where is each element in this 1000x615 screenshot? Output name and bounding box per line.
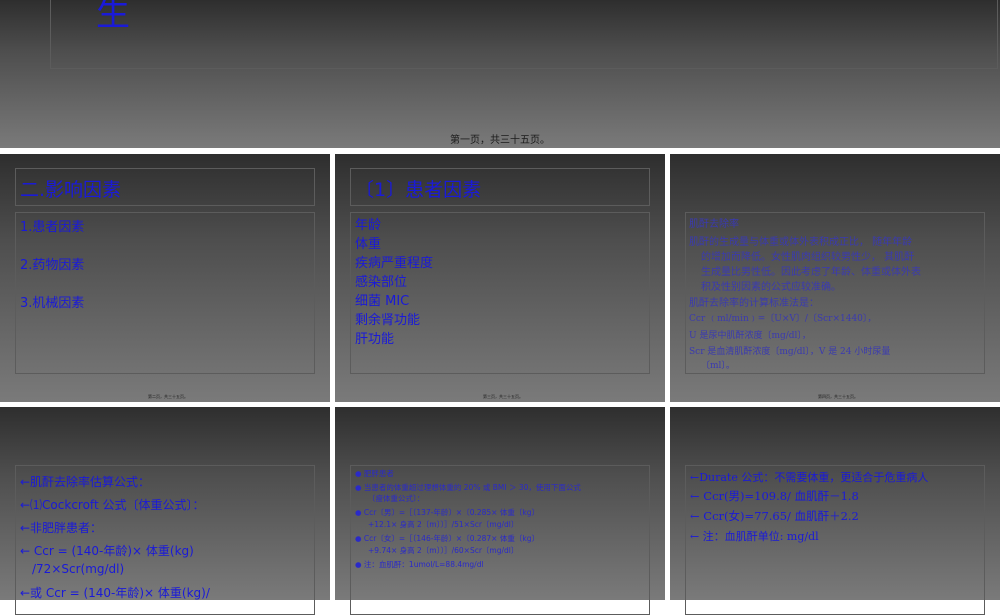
slide-5-line: ← Ccr = (140-年龄)× 体重(kg): [20, 544, 194, 558]
slide-7-line: ← Ccr(女)=77.65/ 血肌酐＋2.2: [690, 509, 859, 523]
slide-3: 〔1〕患者因素 年龄 体重 疾病严重程度 感染部位 细菌 MIC 剩余肾功能 肝…: [335, 154, 665, 402]
slide-4-line: 肌酐去除率的计算标准法是：: [689, 298, 819, 309]
slide-3-footer: 第三页，共三十五页。: [483, 394, 523, 399]
slide-2-footer: 第二页，共三十五页。: [148, 394, 188, 399]
slide-4-line: Scr 是血清肌酐浓度〔mg/dl〕，V 是 24 小时尿量: [689, 347, 891, 357]
slide-2-item: 1.患者因素: [20, 220, 85, 235]
slide-4-line: 〔ml〕。: [701, 361, 735, 371]
slide-4-line: U 是尿中肌酐浓度〔mg/dl〕，: [689, 331, 811, 341]
slide-6-line: ● 注：血肌酐：1umol/L=88.4mg/dl: [355, 560, 484, 569]
slide-6-line: ● Ccr〔女〕=［〔146-年龄〕×〔0.287× 体重〔kg〕: [355, 534, 539, 543]
slide-7-line: ← Ccr(男)=109.8/ 血肌酐－1.8: [690, 489, 859, 503]
slide-4: 肌酐去除率 肌酐的生成量与体重或体外表积成正比， 随年年龄 的增加而降低。女性肌…: [670, 154, 1000, 402]
slide-1-partial: 生 第一页，共三十五页。: [0, 0, 1000, 148]
slide-4-line: 生成量比男性低。因此考虑了年龄、体重或体外表: [701, 267, 921, 278]
slide-1-footer: 第一页，共三十五页。: [450, 135, 550, 146]
slide-3-title: 〔1〕患者因素: [355, 179, 482, 201]
slide-2: 二.影响因素 1.患者因素 2.药物因素 3.机械因素 第二页，共三十五页。: [0, 154, 330, 402]
slide-3-item: 体重: [355, 237, 382, 252]
slide-5-line: ←⑴Cockcroft 公式〔体重公式〕：: [20, 498, 205, 512]
slide-2-item: 3.机械因素: [20, 296, 85, 311]
slide-3-item: 感染部位: [355, 275, 408, 290]
slide-5-line: /72×Scr(mg/dl): [32, 562, 125, 576]
slide-6: ● 肥胖患者 ● 当患者的体重超过理想体重的 20% 或 BMI ＞ 30，使用…: [335, 407, 665, 615]
slide-3-item: 细菌 MIC: [355, 294, 410, 309]
slide-7-line: ←Durate 公式：不需要体重，更适合于危重病人: [690, 471, 929, 484]
slide-5-line: ←非肥胖患者：: [20, 521, 103, 535]
slide-6-line: ● 当患者的体重超过理想体重的 20% 或 BMI ＞ 30，使用下面公式: [355, 483, 581, 492]
slide-2-item: 2.药物因素: [20, 258, 85, 273]
slide-4-line: 的增加而降低。女性肌肉组织较男性少， 其肌酐: [701, 252, 915, 263]
slide-4-line: 积及性别因素的公式应较准确。: [701, 282, 841, 293]
slide-6-line: 〔瘦体重公式〕：: [368, 494, 425, 503]
slide-3-item: 疾病严重程度: [355, 256, 434, 271]
slide-5: ←肌酐去除率估算公式： ←⑴Cockcroft 公式〔体重公式〕： ←非肥胖患者…: [0, 407, 330, 615]
slide-4-footer: 第四页，共三十五页。: [818, 394, 858, 399]
slide-1-frame: [50, 0, 998, 69]
slide-3-item: 肝功能: [355, 332, 395, 347]
slide-7: ←Durate 公式：不需要体重，更适合于危重病人 ← Ccr(男)=109.8…: [670, 407, 1000, 615]
slide-6-line: +12.1× 身高 2〔m〕〕］/51×Scr〔mg/dl〕: [368, 520, 519, 529]
slide-1-title-fragment: 生: [96, 0, 130, 34]
slide-4-line: Ccr ﹙ml/min﹚=〔U×V〕/〔Scr×1440〕，: [689, 314, 877, 324]
slide-6-line: ● 肥胖患者: [355, 469, 394, 478]
slide-6-line: ● Ccr〔男〕=［〔137-年龄〕×〔0.285× 体重〔kg〕: [355, 508, 539, 517]
slide-2-title: 二.影响因素: [20, 179, 122, 201]
slide-3-item: 年龄: [355, 218, 382, 233]
slide-4-line: 肌酐去除率: [689, 219, 739, 230]
slide-3-item: 剩余肾功能: [355, 313, 421, 328]
slide-5-line: ←肌酐去除率估算公式：: [20, 475, 151, 489]
slide-4-line: 肌酐的生成量与体重或体外表积成正比， 随年年龄: [689, 237, 913, 248]
slide-6-line: +9.74× 身高 2〔m〕〕］/60×Scr〔mg/dl〕: [368, 546, 519, 555]
slide-5-line: ←或 Ccr = (140-年龄)× 体重(kg)/: [20, 586, 210, 600]
slide-7-line: ← 注：血肌酐单位: mg/dl: [690, 530, 819, 543]
